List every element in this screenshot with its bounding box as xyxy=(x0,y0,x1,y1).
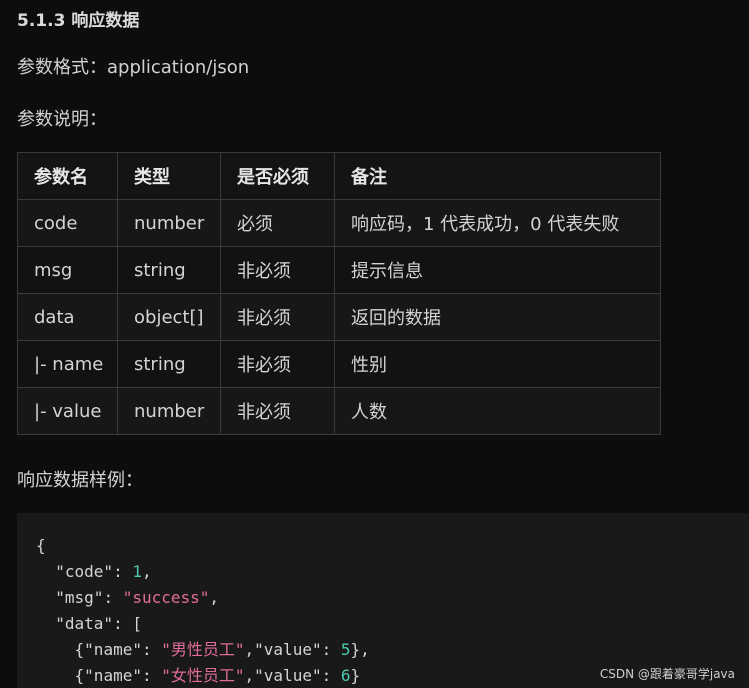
params-desc-label: 参数说明： xyxy=(17,109,107,130)
code-token: "data" xyxy=(55,614,114,633)
cell-name: msg xyxy=(17,246,118,294)
table-row: |- name string 非必须 性别 xyxy=(17,340,661,388)
cell-required: 必须 xyxy=(220,199,335,247)
cell-type: number xyxy=(117,387,221,435)
cell-required: 非必须 xyxy=(220,293,335,341)
cell-name: code xyxy=(17,199,118,247)
cell-remark: 响应码，1 代表成功，0 代表失败 xyxy=(334,199,661,247)
cell-required: 非必须 xyxy=(220,340,335,388)
code-token: { xyxy=(36,536,46,555)
table-row: data object[] 非必须 返回的数据 xyxy=(17,293,661,341)
cell-name: |- value xyxy=(17,387,118,435)
header-required: 是否必须 xyxy=(220,152,335,200)
code-token: "男性员工" xyxy=(161,640,245,659)
cell-name: |- name xyxy=(17,340,118,388)
code-token: "name" xyxy=(84,640,142,659)
code-token: "name" xyxy=(84,666,142,685)
cell-remark: 提示信息 xyxy=(334,246,661,294)
table-row: |- value number 非必须 人数 xyxy=(17,387,661,435)
code-token: "code" xyxy=(55,562,114,581)
header-remark: 备注 xyxy=(334,152,661,200)
header-type: 类型 xyxy=(117,152,221,200)
cell-type: number xyxy=(117,199,221,247)
params-table: 参数名 类型 是否必须 备注 code number 必须 响应码，1 代表成功… xyxy=(17,152,661,435)
section-heading: 5.1.3 响应数据 xyxy=(17,11,140,31)
cell-remark: 人数 xyxy=(334,387,661,435)
code-token: 6 xyxy=(340,666,351,685)
sample-label: 响应数据样例： xyxy=(17,470,143,491)
header-param-name: 参数名 xyxy=(17,152,118,200)
cell-type: object[] xyxy=(117,293,221,341)
cell-name: data xyxy=(17,293,118,341)
format-label: 参数格式：application/json xyxy=(17,57,250,78)
table-row: msg string 非必须 提示信息 xyxy=(17,246,661,294)
cell-type: string xyxy=(117,340,221,388)
cell-remark: 性别 xyxy=(334,340,661,388)
code-token: "success" xyxy=(122,588,210,607)
code-block: { "code": 1, "msg": "success", "data": [… xyxy=(17,513,749,688)
code-token: "value" xyxy=(254,640,322,659)
table-row: code number 必须 响应码，1 代表成功，0 代表失败 xyxy=(17,199,661,247)
cell-required: 非必须 xyxy=(220,387,335,435)
cell-remark: 返回的数据 xyxy=(334,293,661,341)
code-token: 1 xyxy=(132,562,142,581)
code-token: "女性员工" xyxy=(161,666,245,685)
cell-type: string xyxy=(117,246,221,294)
code-token: "msg" xyxy=(55,588,104,607)
table-header-row: 参数名 类型 是否必须 备注 xyxy=(17,152,661,200)
cell-required: 非必须 xyxy=(220,246,335,294)
code-token: "value" xyxy=(254,666,322,685)
watermark: CSDN @跟着豪哥学java xyxy=(599,667,735,681)
code-token: 5 xyxy=(340,640,351,659)
